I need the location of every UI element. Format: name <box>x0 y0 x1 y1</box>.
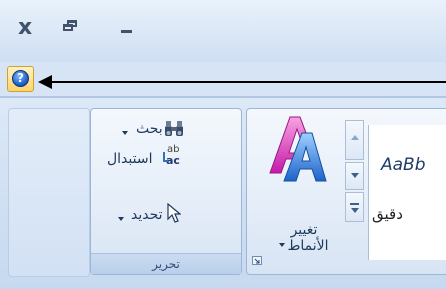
binoculars-icon <box>165 121 183 136</box>
change-styles-icon <box>269 116 327 182</box>
close-window-button[interactable]: x <box>18 17 32 39</box>
launcher-icon <box>254 258 260 264</box>
restore-window-button[interactable] <box>63 20 77 31</box>
change-styles-line2-text: الأنماط <box>287 238 329 254</box>
minimize-window-button[interactable] <box>121 30 132 33</box>
replace-arrow-icon <box>163 152 168 162</box>
select-dropdown-arrow <box>118 217 124 221</box>
more-arrow-icon <box>351 208 359 213</box>
replace-icon-bottom: ac <box>166 154 180 167</box>
select-label: تحديد <box>131 207 163 223</box>
find-label: بحث <box>136 121 163 137</box>
change-styles-line1: تغيير <box>290 222 318 238</box>
title-bar: x <box>0 0 446 62</box>
change-styles-dropdown-arrow <box>279 243 286 247</box>
quick-styles-gallery[interactable] <box>368 125 446 260</box>
restore-icon-front <box>63 24 73 31</box>
editing-group-label: تحرير <box>91 253 241 274</box>
annotation-arrow-line <box>50 81 446 83</box>
scroll-down-icon <box>351 173 359 178</box>
replace-icon: ab ac <box>163 144 185 168</box>
cursor-arrow-icon <box>167 203 181 223</box>
gallery-scroll-down-button[interactable] <box>345 162 364 190</box>
help-button[interactable]: ? <box>7 66 34 92</box>
style-preview-text: AaBb <box>381 155 426 175</box>
more-bar-icon <box>350 203 359 205</box>
scroll-up-icon <box>351 135 359 140</box>
gallery-more-button[interactable] <box>345 192 364 222</box>
change-styles-line2: الأنماط <box>266 238 342 254</box>
styles-dialog-launcher[interactable] <box>252 256 262 265</box>
find-dropdown-arrow <box>122 131 128 135</box>
annotation-arrow-head <box>38 75 52 89</box>
gallery-scroll-up-button[interactable] <box>345 120 364 160</box>
help-icon: ? <box>12 70 29 87</box>
change-styles-label: تغيير الأنماط <box>266 222 342 254</box>
replace-label: استبدال <box>107 151 153 167</box>
style-name-label: دقيق <box>372 205 403 223</box>
ribbon-empty-area <box>8 108 90 277</box>
